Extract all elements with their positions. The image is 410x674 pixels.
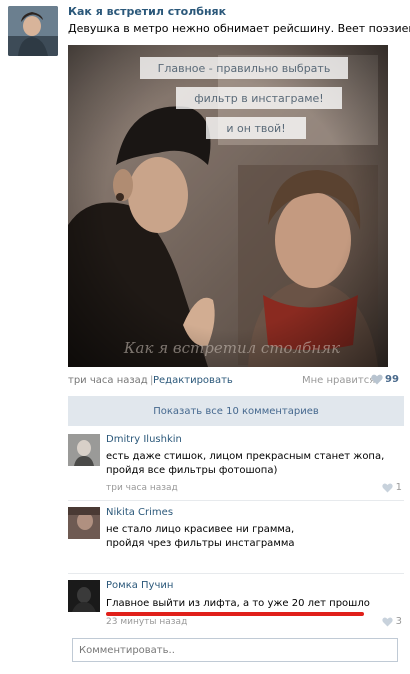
like-label[interactable]: Мне нравится — [302, 375, 375, 386]
comment-item: Ромка Пучин Главное выйти из лифта, а то… — [68, 580, 404, 630]
comment-text-line: есть даже стишок, лицом прекрасным стане… — [106, 451, 385, 462]
comment-input[interactable] — [72, 638, 398, 662]
show-all-comments-button[interactable]: Показать все 10 комментариев — [68, 396, 404, 426]
comment-text-line: пройдя все фильтры фотошопа) — [106, 465, 278, 476]
comment-author[interactable]: Ромка Пучин — [106, 580, 173, 591]
image-caption-line-3: и он твой! — [226, 122, 285, 135]
heart-icon — [381, 617, 393, 627]
post-time[interactable]: три часа назад — [68, 375, 148, 386]
comment-item: Nikita Crimes не стало лицо красивее ни … — [68, 507, 404, 569]
heart-icon[interactable] — [371, 374, 383, 385]
comment-like[interactable]: 1 — [381, 482, 402, 493]
comment-like[interactable]: 3 — [381, 616, 402, 627]
red-underline — [106, 612, 364, 616]
comment-author[interactable]: Dmitry Ilushkin — [106, 434, 182, 445]
image-watermark: Как я встретил столбняк — [123, 339, 340, 357]
group-avatar[interactable] — [8, 6, 58, 56]
comment-avatar[interactable] — [68, 434, 100, 466]
comment-like-count: 3 — [395, 616, 402, 627]
comment-author[interactable]: Nikita Crimes — [106, 507, 173, 518]
divider — [68, 573, 404, 574]
like-count: 99 — [385, 374, 399, 385]
comment-text-line: Главное выйти из лифта, а то уже 20 лет … — [106, 597, 370, 616]
image-caption-line-2: фильтр в инстаграме! — [194, 92, 323, 105]
divider — [68, 500, 404, 501]
post-text: Девушка в метро нежно обнимает рейсшину.… — [68, 22, 410, 35]
image-caption-line-1: Главное - правильно выбрать — [158, 62, 331, 75]
post-author[interactable]: Как я встретил столбняк — [68, 5, 226, 18]
post-image[interactable]: Главное - правильно выбрать фильтр в инс… — [68, 45, 388, 367]
comment-item: Dmitry Ilushkin есть даже стишок, лицом … — [68, 434, 404, 496]
comment-text-line: пройдя чрез фильтры инстаграмма — [106, 538, 295, 549]
heart-icon — [381, 483, 393, 493]
comment-time[interactable]: 23 минуты назад — [106, 617, 187, 627]
edit-link[interactable]: Редактировать — [153, 375, 233, 386]
comment-like-count: 1 — [395, 482, 402, 493]
comment-time[interactable]: три часа назад — [106, 483, 178, 493]
comment-avatar[interactable] — [68, 507, 100, 539]
comment-text-line: не стало лицо красивее ни грамма, — [106, 524, 295, 535]
comment-avatar[interactable] — [68, 580, 100, 612]
